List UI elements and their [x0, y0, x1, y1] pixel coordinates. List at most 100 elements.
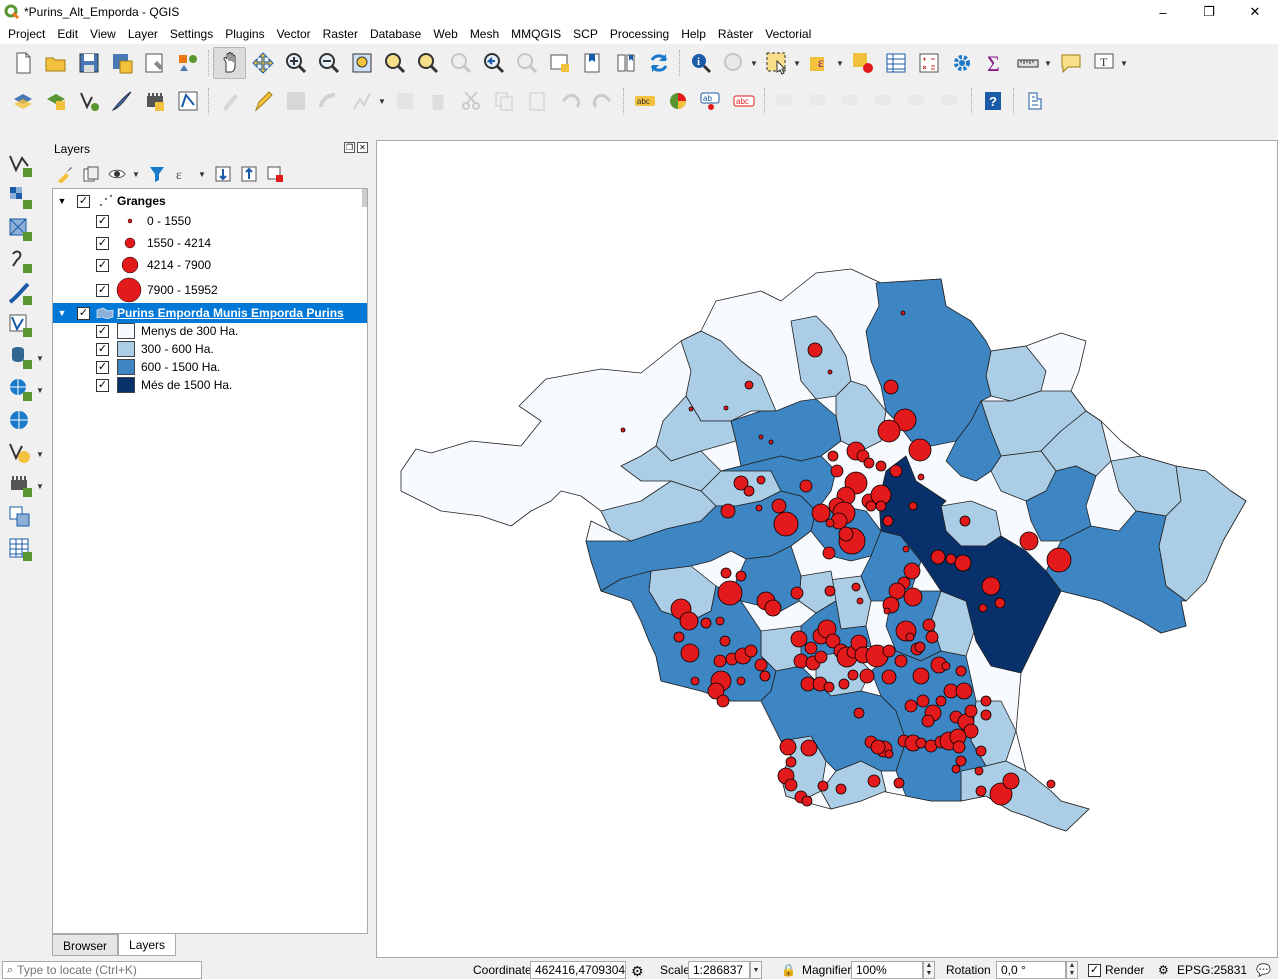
add-mesh-layer-icon[interactable]: [4, 214, 36, 244]
open-project-icon[interactable]: [39, 47, 72, 79]
map-canvas[interactable]: [376, 140, 1278, 958]
node-tool-icon[interactable]: [388, 85, 421, 117]
class-checkbox[interactable]: ✓: [96, 258, 109, 272]
diagram-icon[interactable]: [661, 85, 694, 117]
add-feature-icon[interactable]: [312, 85, 345, 117]
class-checkbox[interactable]: ✓: [96, 283, 109, 297]
add-virtual-layer-icon[interactable]: [4, 310, 36, 340]
data-source-icon[interactable]: [39, 85, 72, 117]
class-checkbox[interactable]: ✓: [96, 214, 109, 228]
class-checkbox[interactable]: ✓: [96, 342, 109, 356]
messages-icon[interactable]: 💬: [1256, 963, 1271, 977]
save-edits-icon[interactable]: [279, 85, 312, 117]
vertex-tool-icon[interactable]: [171, 85, 204, 117]
menu-raster[interactable]: Raster: [317, 24, 364, 44]
class-checkbox[interactable]: ✓: [96, 236, 109, 250]
legend-class-row[interactable]: ✓ 7900 - 15952: [53, 277, 367, 303]
layer-style-icon[interactable]: [6, 85, 39, 117]
menu-database[interactable]: Database: [364, 24, 427, 44]
open-styling-icon[interactable]: [54, 163, 76, 185]
change-label-icon[interactable]: [835, 85, 868, 117]
filter-legend-icon[interactable]: [146, 163, 168, 185]
copy-icon[interactable]: [487, 85, 520, 117]
scale-field[interactable]: 1:286837: [688, 961, 750, 979]
redo-icon[interactable]: [586, 85, 619, 117]
statistics-icon[interactable]: Σ: [978, 47, 1011, 79]
locator-bar[interactable]: ⌕: [2, 961, 202, 979]
magnifier-field[interactable]: 100%: [851, 961, 923, 979]
menu-help[interactable]: Help: [675, 24, 712, 44]
menu-raster-ca[interactable]: Ràster: [712, 24, 759, 44]
coordinate-field[interactable]: 462416,4709304: [530, 961, 626, 979]
zoom-last-icon[interactable]: [477, 47, 510, 79]
gps-icon[interactable]: [138, 85, 171, 117]
chevron-down-icon[interactable]: ▼: [750, 961, 762, 979]
menu-mmqgis[interactable]: MMQGIS: [505, 24, 567, 44]
class-checkbox[interactable]: ✓: [96, 360, 109, 374]
add-vector-layer-icon[interactable]: [4, 150, 36, 180]
label-tool-3-icon[interactable]: [934, 85, 967, 117]
add-delimited-text-icon[interactable]: [4, 246, 36, 276]
menu-processing[interactable]: Processing: [604, 24, 675, 44]
menu-layer[interactable]: Layer: [122, 24, 164, 44]
lock-scale-icon[interactable]: 🔒: [781, 963, 796, 977]
legend-class-row[interactable]: ✓ Més de 1500 Ha.: [53, 375, 367, 395]
toolbox-icon[interactable]: [945, 47, 978, 79]
add-wms-icon[interactable]: [4, 374, 36, 404]
legend-class-row[interactable]: ✓ 0 - 1550: [53, 211, 367, 231]
rotate-label-icon[interactable]: [802, 85, 835, 117]
menu-web[interactable]: Web: [427, 24, 463, 44]
expand-all-icon[interactable]: [212, 163, 234, 185]
move-feature-icon[interactable]: [345, 85, 378, 117]
rotation-spinner[interactable]: ▲ ▼: [1066, 961, 1078, 979]
zoom-to-layer-icon[interactable]: [411, 47, 444, 79]
zoom-out-icon[interactable]: [312, 47, 345, 79]
manage-visibility-icon[interactable]: [106, 163, 128, 185]
help-icon[interactable]: ?: [976, 85, 1009, 117]
style-manager-icon[interactable]: [171, 47, 204, 79]
new-temporary-layer-icon[interactable]: [4, 502, 36, 532]
toggle-editing-icon[interactable]: [246, 85, 279, 117]
show-hide-label-icon[interactable]: abc: [727, 85, 760, 117]
minimize-button[interactable]: –: [1140, 0, 1186, 24]
layer-row-purins[interactable]: ▼ ✓ Purins Emporda Munis Emporda Purins: [53, 303, 367, 323]
menu-plugins[interactable]: Plugins: [219, 24, 270, 44]
field-calculator-icon[interactable]: [912, 47, 945, 79]
tab-browser[interactable]: Browser: [52, 934, 119, 956]
plugin-icon[interactable]: [1018, 85, 1051, 117]
text-annotation-icon[interactable]: T: [1087, 47, 1120, 79]
remove-layer-icon[interactable]: [264, 163, 286, 185]
zoom-to-selection-icon[interactable]: [378, 47, 411, 79]
legend-class-row[interactable]: ✓ Menys de 300 Ha.: [53, 321, 367, 341]
menu-vector[interactable]: Vector: [271, 24, 317, 44]
label-icon[interactable]: abc: [628, 85, 661, 117]
class-checkbox[interactable]: ✓: [96, 324, 109, 338]
close-button[interactable]: ✕: [1232, 0, 1278, 24]
pin-label-icon[interactable]: ab: [694, 85, 727, 117]
class-checkbox[interactable]: ✓: [96, 378, 109, 392]
chevron-down-icon[interactable]: ▼: [36, 386, 44, 395]
digitize-pen-icon[interactable]: [105, 85, 138, 117]
pan-icon[interactable]: [213, 47, 246, 79]
paste-icon[interactable]: [520, 85, 553, 117]
crs-label[interactable]: EPSG:25831: [1177, 963, 1247, 977]
run-action-icon[interactable]: [717, 47, 750, 79]
select-features-icon[interactable]: [760, 47, 793, 79]
chevron-down-icon[interactable]: ▼: [36, 450, 44, 459]
crs-icon[interactable]: ⚙: [1158, 963, 1169, 977]
new-shapefile-icon[interactable]: [4, 438, 36, 468]
restore-button[interactable]: ❐: [1186, 0, 1232, 24]
add-wfs-icon[interactable]: [4, 406, 36, 436]
chevron-down-icon[interactable]: ▼: [1120, 59, 1130, 68]
zoom-native-icon[interactable]: [444, 47, 477, 79]
print-layout-icon[interactable]: [138, 47, 171, 79]
new-project-icon[interactable]: [6, 47, 39, 79]
magnifier-spinner[interactable]: ▲ ▼: [923, 961, 935, 979]
deselect-icon[interactable]: [846, 47, 879, 79]
delete-selected-icon[interactable]: [421, 85, 454, 117]
legend-class-row[interactable]: ✓ 300 - 600 Ha.: [53, 339, 367, 359]
undo-icon[interactable]: [553, 85, 586, 117]
chevron-down-icon[interactable]: ▼: [36, 354, 44, 363]
zoom-in-icon[interactable]: [279, 47, 312, 79]
move-label-icon[interactable]: [769, 85, 802, 117]
